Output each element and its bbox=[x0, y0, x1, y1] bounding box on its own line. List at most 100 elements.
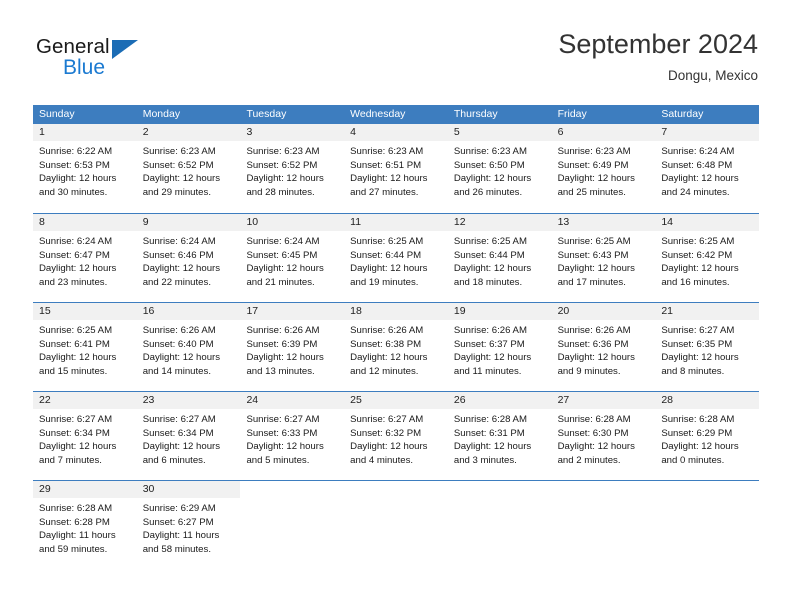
sunrise-text: Sunrise: 6:27 AM bbox=[350, 414, 424, 425]
day-cell[interactable]: 3 Sunrise: 6:23 AM Sunset: 6:52 PM Daylight… bbox=[240, 124, 345, 213]
day-cell[interactable]: 8 Sunrise: 6:24 AM Sunset: 6:47 PM Daylight… bbox=[33, 214, 137, 302]
sunset-text: Sunset: 6:45 PM bbox=[246, 249, 318, 261]
day-number: 3 bbox=[240, 124, 345, 141]
day-details: Sunrise: 6:28 AM Sunset: 6:29 PM Daylight:… bbox=[655, 409, 759, 467]
daylight-text: Daylight: 12 hours bbox=[661, 173, 739, 185]
weekday-header-sunday: Sunday bbox=[39, 108, 75, 120]
sunset-text: Sunset: 6:43 PM bbox=[557, 249, 629, 261]
daylight-text-cont: and 23 minutes. bbox=[39, 276, 108, 288]
day-number: 24 bbox=[240, 392, 345, 409]
day-number bbox=[344, 481, 448, 498]
day-number: 27 bbox=[551, 392, 656, 409]
weekday-header-thursday: Thursday bbox=[453, 108, 498, 120]
day-cell[interactable]: 13 Sunrise: 6:25 AM Sunset: 6:43 PM Dayligh… bbox=[551, 214, 656, 302]
general-blue-logo[interactable]: General Blue bbox=[36, 36, 176, 82]
daylight-text: Daylight: 12 hours bbox=[39, 441, 117, 453]
day-details bbox=[448, 498, 552, 502]
day-cell[interactable]: 15 Sunrise: 6:25 AM Sunset: 6:41 PM Dayligh… bbox=[33, 303, 137, 391]
day-details: Sunrise: 6:22 AM Sunset: 6:53 PM Daylight:… bbox=[33, 141, 137, 199]
day-cell[interactable]: 11 Sunrise: 6:25 AM Sunset: 6:44 PM Dayligh… bbox=[344, 214, 448, 302]
sunrise-text: Sunrise: 6:25 AM bbox=[557, 236, 631, 247]
day-details: Sunrise: 6:26 AM Sunset: 6:36 PM Daylight:… bbox=[552, 320, 656, 378]
sunrise-text: Sunrise: 6:27 AM bbox=[246, 414, 320, 425]
day-cell[interactable]: 27 Sunrise: 6:28 AM Sunset: 6:30 PM Dayligh… bbox=[551, 392, 656, 480]
day-cell[interactable]: 6 Sunrise: 6:23 AM Sunset: 6:49 PM Daylight… bbox=[551, 124, 656, 213]
day-details: Sunrise: 6:25 AM Sunset: 6:44 PM Daylight:… bbox=[448, 231, 552, 289]
day-cell[interactable]: 21 Sunrise: 6:27 AM Sunset: 6:35 PM Dayligh… bbox=[655, 303, 760, 391]
day-number: 17 bbox=[240, 303, 345, 320]
sunset-text: Sunset: 6:51 PM bbox=[350, 159, 422, 171]
day-cell[interactable]: 24 Sunrise: 6:27 AM Sunset: 6:33 PM Dayligh… bbox=[240, 392, 345, 480]
daylight-text-cont: and 22 minutes. bbox=[142, 276, 211, 288]
sunrise-text: Sunrise: 6:25 AM bbox=[350, 236, 424, 247]
day-cell[interactable]: 23 Sunrise: 6:27 AM Sunset: 6:34 PM Dayligh… bbox=[136, 392, 241, 480]
daylight-text-cont: and 4 minutes. bbox=[350, 454, 414, 466]
sunrise-text: Sunrise: 6:27 AM bbox=[39, 414, 113, 425]
sunrise-text: Sunrise: 6:26 AM bbox=[246, 325, 320, 336]
sunset-text: Sunset: 6:32 PM bbox=[350, 427, 422, 439]
sunset-text: Sunset: 6:42 PM bbox=[661, 249, 733, 261]
day-cell[interactable]: 30 Sunrise: 6:29 AM Sunset: 6:27 PM Dayligh… bbox=[136, 481, 241, 569]
day-cell[interactable]: 20 Sunrise: 6:26 AM Sunset: 6:36 PM Dayligh… bbox=[551, 303, 656, 391]
sunset-text: Sunset: 6:50 PM bbox=[453, 159, 525, 171]
day-details: Sunrise: 6:23 AM Sunset: 6:52 PM Daylight:… bbox=[137, 141, 241, 199]
sunrise-text: Sunrise: 6:28 AM bbox=[453, 414, 527, 425]
daylight-text: Daylight: 12 hours bbox=[661, 441, 739, 453]
day-cell[interactable]: 2 Sunrise: 6:23 AM Sunset: 6:52 PM Daylight… bbox=[136, 124, 241, 213]
day-cell[interactable]: 10 Sunrise: 6:24 AM Sunset: 6:45 PM Dayligh… bbox=[240, 214, 345, 302]
daylight-text: Daylight: 12 hours bbox=[557, 263, 635, 275]
daylight-text-cont: and 19 minutes. bbox=[350, 276, 419, 288]
daylight-text-cont: and 27 minutes. bbox=[350, 186, 419, 198]
daylight-text-cont: and 8 minutes. bbox=[661, 365, 725, 377]
calendar-grid: Sunday Monday Tuesday Wednesday Thursday Frid… bbox=[33, 105, 760, 569]
logo-text-blue: Blue bbox=[63, 56, 106, 79]
sunrise-text: Sunrise: 6:23 AM bbox=[557, 146, 631, 157]
day-cell[interactable]: 26 Sunrise: 6:28 AM Sunset: 6:31 PM Dayligh… bbox=[447, 392, 552, 480]
day-number: 23 bbox=[136, 392, 241, 409]
day-cell[interactable]: 16 Sunrise: 6:26 AM Sunset: 6:40 PM Dayligh… bbox=[136, 303, 241, 391]
day-cell[interactable]: 18 Sunrise: 6:26 AM Sunset: 6:38 PM Dayligh… bbox=[344, 303, 448, 391]
day-number: 6 bbox=[551, 124, 656, 141]
daylight-text: Daylight: 12 hours bbox=[453, 173, 532, 185]
day-number: 18 bbox=[344, 303, 448, 320]
sunset-text: Sunset: 6:33 PM bbox=[246, 427, 318, 439]
day-cell[interactable]: 17 Sunrise: 6:26 AM Sunset: 6:39 PM Dayligh… bbox=[240, 303, 345, 391]
day-details: Sunrise: 6:24 AM Sunset: 6:47 PM Daylight:… bbox=[33, 231, 137, 289]
day-cell[interactable]: 12 Sunrise: 6:25 AM Sunset: 6:44 PM Dayligh… bbox=[447, 214, 552, 302]
day-cell[interactable]: 28 Sunrise: 6:28 AM Sunset: 6:29 PM Dayligh… bbox=[655, 392, 760, 480]
weekday-header-wednesday: Wednesday bbox=[350, 108, 406, 120]
day-number: 10 bbox=[240, 214, 345, 231]
day-cell[interactable]: 7 Sunrise: 6:24 AM Sunset: 6:48 PM Daylight… bbox=[655, 124, 760, 213]
daylight-text-cont: and 58 minutes. bbox=[142, 543, 211, 555]
calendar-page: General Blue September 2024 Dongu, Mexic… bbox=[0, 0, 792, 612]
day-cell[interactable]: 22 Sunrise: 6:27 AM Sunset: 6:34 PM Dayligh… bbox=[33, 392, 137, 480]
sunrise-text: Sunrise: 6:25 AM bbox=[453, 236, 527, 247]
day-cell[interactable]: 25 Sunrise: 6:27 AM Sunset: 6:32 PM Dayligh… bbox=[344, 392, 448, 480]
day-number: 5 bbox=[447, 124, 552, 141]
day-cell[interactable]: 19 Sunrise: 6:26 AM Sunset: 6:37 PM Dayligh… bbox=[447, 303, 552, 391]
day-number: 1 bbox=[33, 124, 137, 141]
day-cell[interactable]: 4 Sunrise: 6:23 AM Sunset: 6:51 PM Daylight… bbox=[344, 124, 448, 213]
day-number: 11 bbox=[344, 214, 448, 231]
page-title: September 2024 bbox=[558, 29, 758, 59]
daylight-text: Daylight: 12 hours bbox=[246, 352, 324, 364]
day-cell[interactable]: 29 Sunrise: 6:28 AM Sunset: 6:28 PM Dayligh… bbox=[33, 481, 137, 569]
day-cell[interactable]: 9 Sunrise: 6:24 AM Sunset: 6:46 PM Daylight… bbox=[136, 214, 241, 302]
day-details: Sunrise: 6:27 AM Sunset: 6:34 PM Daylight:… bbox=[33, 409, 137, 467]
sunset-text: Sunset: 6:38 PM bbox=[350, 338, 422, 350]
day-details: Sunrise: 6:25 AM Sunset: 6:42 PM Daylight:… bbox=[655, 231, 759, 289]
day-cell[interactable]: 14 Sunrise: 6:25 AM Sunset: 6:42 PM Dayligh… bbox=[655, 214, 760, 302]
daylight-text: Daylight: 12 hours bbox=[142, 441, 221, 453]
daylight-text: Daylight: 12 hours bbox=[557, 352, 635, 364]
sunrise-text: Sunrise: 6:23 AM bbox=[246, 146, 320, 157]
day-cell[interactable]: 1 Sunrise: 6:22 AM Sunset: 6:53 PM Daylight… bbox=[33, 124, 137, 213]
day-number: 19 bbox=[447, 303, 552, 320]
sunrise-text: Sunrise: 6:26 AM bbox=[557, 325, 631, 336]
day-details: Sunrise: 6:28 AM Sunset: 6:31 PM Daylight:… bbox=[448, 409, 552, 467]
day-cell-empty bbox=[551, 481, 656, 569]
daylight-text-cont: and 26 minutes. bbox=[453, 186, 523, 198]
daylight-text: Daylight: 12 hours bbox=[39, 173, 117, 185]
daylight-text: Daylight: 12 hours bbox=[661, 352, 739, 364]
day-cell[interactable]: 5 Sunrise: 6:23 AM Sunset: 6:50 PM Daylight… bbox=[447, 124, 552, 213]
daylight-text-cont: and 18 minutes. bbox=[453, 276, 523, 288]
